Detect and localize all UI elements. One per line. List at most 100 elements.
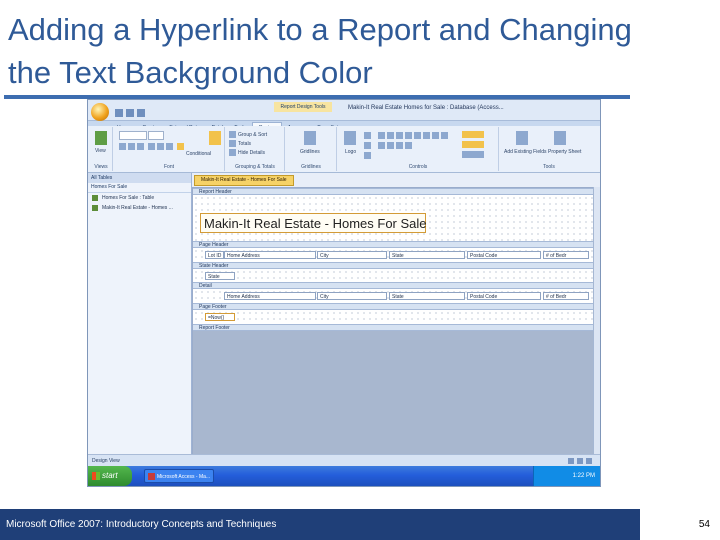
quick-access-toolbar [115, 104, 161, 117]
access-screenshot: Report Design Tools Makin-It Real Estate… [87, 99, 601, 487]
section-state-header[interactable]: State Header [193, 262, 595, 269]
page-header-field[interactable]: # of Bedr [543, 251, 589, 259]
image-icon[interactable] [378, 142, 385, 149]
views-group: View Views [90, 127, 113, 171]
totals-icon[interactable] [229, 140, 236, 147]
italic-icon[interactable] [128, 143, 135, 150]
grouping-group-label: Grouping & Totals [235, 164, 275, 170]
start-button[interactable]: start [88, 466, 132, 486]
label-icon[interactable] [387, 132, 394, 139]
taskbar-item-access[interactable]: Microsoft Access - Ma... [144, 469, 214, 483]
status-text: Design View [92, 458, 120, 464]
page-footer-field[interactable]: =Now() [205, 313, 235, 321]
bold-icon[interactable] [119, 143, 126, 150]
textbox-icon[interactable] [378, 132, 385, 139]
property-sheet-icon[interactable] [554, 131, 566, 145]
page-numbers-icon[interactable] [364, 142, 371, 149]
view-icon[interactable] [95, 131, 107, 145]
document-tab[interactable]: Makin-It Real Estate - Homes For Sale [194, 175, 294, 186]
format-painter-icon[interactable] [209, 131, 221, 145]
nav-item-report[interactable]: Makin-It Real Estate - Homes ... [88, 203, 191, 213]
conditional-label[interactable]: Conditional [186, 151, 211, 157]
page-header-field[interactable]: Home Address [224, 251, 316, 259]
report-title-control[interactable]: Makin-It Real Estate - Homes For Sale [200, 213, 427, 233]
fill-color-icon[interactable] [177, 143, 184, 150]
fill-back-color-icon[interactable] [462, 141, 484, 148]
window-title: Makin-It Real Estate Homes for Sale : Da… [348, 105, 504, 111]
nav-group-homes[interactable]: Homes For Sale [88, 183, 191, 193]
footer-bar: Microsoft Office 2007: Introductory Conc… [0, 509, 640, 540]
page-header-field[interactable]: State [389, 251, 465, 259]
align-left-icon[interactable] [148, 143, 155, 150]
title-icon[interactable] [364, 132, 371, 139]
detail-field[interactable]: City [317, 292, 387, 300]
line-icon[interactable] [387, 142, 394, 149]
detail-field[interactable]: Postal Code [467, 292, 541, 300]
footer-text: Microsoft Office 2007: Introductory Conc… [6, 519, 277, 530]
state-group-field[interactable]: State [205, 272, 235, 280]
vertical-scrollbar[interactable] [593, 187, 600, 454]
combo-box-icon[interactable] [405, 132, 412, 139]
hyperlink-icon[interactable] [462, 131, 484, 138]
section-page-footer[interactable]: Page Footer [193, 303, 595, 310]
tools-group-label: Tools [543, 164, 555, 170]
line-color-icon[interactable] [462, 151, 484, 158]
detail-field[interactable]: # of Bedr [543, 292, 589, 300]
office-button-icon[interactable] [91, 103, 109, 121]
font-name-box[interactable] [119, 131, 147, 140]
views-group-label: Views [94, 164, 108, 170]
group-sort-label[interactable]: Group & Sort [238, 132, 267, 138]
document-area: Makin-It Real Estate - Homes For Sale Re… [192, 173, 600, 456]
view-switch-icon[interactable] [568, 458, 574, 464]
list-box-icon[interactable] [414, 132, 421, 139]
add-existing-fields-icon[interactable] [516, 131, 528, 145]
rectangle-icon[interactable] [396, 142, 403, 149]
report-design-surface: Report Header Makin-It Real Estate - Hom… [192, 187, 596, 456]
section-detail[interactable]: Detail [193, 282, 595, 289]
page-header-field[interactable]: Postal Code [467, 251, 541, 259]
clock: 1:22 PM [572, 473, 595, 479]
align-right-icon[interactable] [166, 143, 173, 150]
grouping-group: Group & Sort Totals Hide Details Groupin… [226, 127, 285, 171]
toggle-icon[interactable] [441, 132, 448, 139]
section-report-header[interactable]: Report Header [193, 188, 595, 195]
logo-icon[interactable] [344, 131, 356, 145]
section-report-footer[interactable]: Report Footer [193, 324, 595, 331]
subreport-icon[interactable] [405, 142, 412, 149]
add-existing-fields-label[interactable]: Add Existing Fields [504, 149, 547, 155]
windows-logo-icon [92, 472, 100, 480]
start-label: start [102, 471, 118, 480]
button-icon[interactable] [396, 132, 403, 139]
underline-icon[interactable] [137, 143, 144, 150]
hide-details-label[interactable]: Hide Details [238, 150, 265, 156]
nav-header[interactable]: All Tables [88, 173, 191, 183]
state-header-area [193, 269, 595, 282]
group-sort-icon[interactable] [229, 131, 236, 138]
controls-group-label: Controls [408, 164, 428, 170]
totals-label[interactable]: Totals [238, 141, 251, 147]
view-switch-icon[interactable] [586, 458, 592, 464]
detail-field[interactable]: State [389, 292, 465, 300]
section-page-header[interactable]: Page Header [193, 241, 595, 248]
logo-label[interactable]: Logo [345, 149, 356, 155]
font-size-box[interactable] [148, 131, 164, 140]
page-footer-area [193, 310, 595, 324]
property-sheet-label[interactable]: Property Sheet [548, 149, 581, 155]
nav-item-report-label: Makin-It Real Estate - Homes ... [102, 205, 173, 211]
hide-details-icon[interactable] [229, 149, 236, 156]
access-app-icon [148, 473, 155, 480]
gridlines-label[interactable]: Gridlines [300, 149, 320, 155]
checkbox-icon[interactable] [423, 132, 430, 139]
page-header-field[interactable]: City [317, 251, 387, 259]
center-icon[interactable] [157, 143, 164, 150]
page-header-field[interactable]: Lot ID [205, 251, 224, 259]
gridlines-icon[interactable] [304, 131, 316, 145]
date-time-icon[interactable] [364, 152, 371, 159]
option-icon[interactable] [432, 132, 439, 139]
page-number: 54 [698, 519, 710, 530]
nav-item-table[interactable]: Homes For Sale : Table [88, 193, 191, 203]
font-group-label: Font [163, 164, 174, 170]
detail-field[interactable]: Home Address [224, 292, 316, 300]
slide-title: Adding a Hyperlink to a Report and Chang… [8, 12, 632, 90]
view-switch-icon[interactable] [577, 458, 583, 464]
